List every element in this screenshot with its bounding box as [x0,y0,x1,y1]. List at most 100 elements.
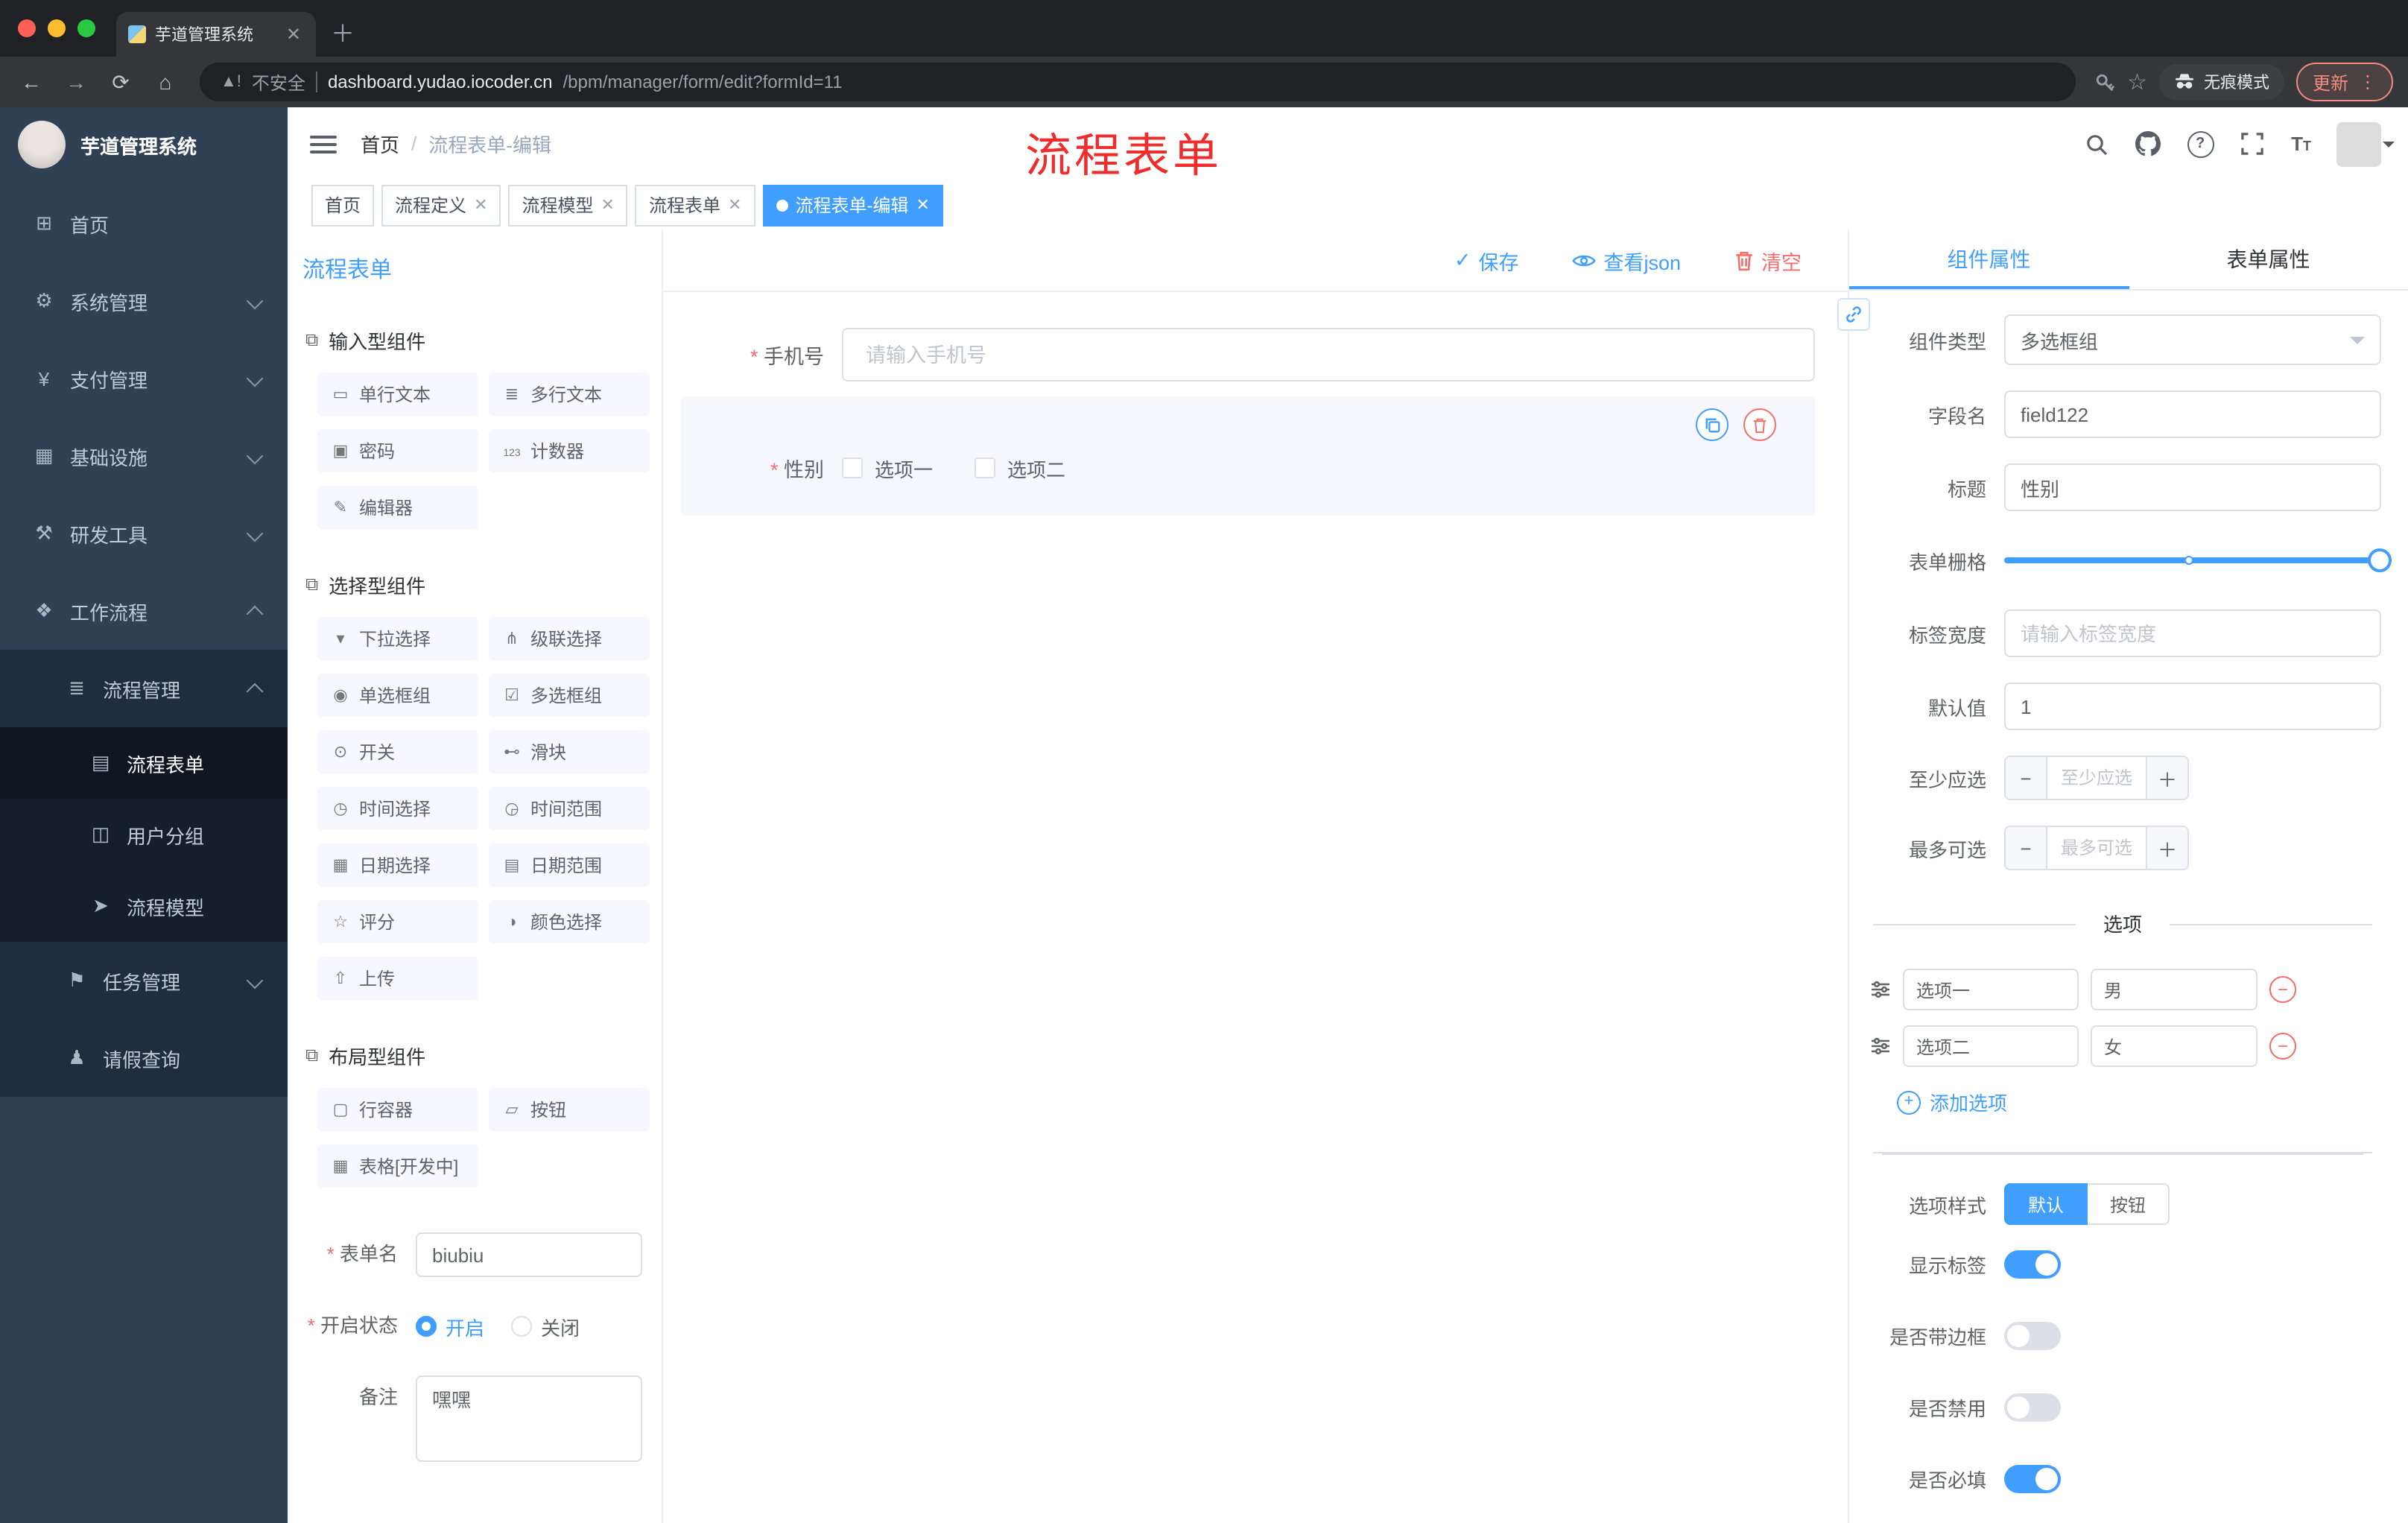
canvas-field-phone[interactable]: 手机号 [681,328,1815,381]
help-icon[interactable]: ? [2187,130,2214,157]
drag-handle-icon[interactable] [1870,981,1891,998]
palette-item-table[interactable]: 表格[开发中] [317,1144,478,1188]
tag-process-model[interactable]: 流程模型 ✕ [508,184,628,226]
tab-form-props[interactable]: 表单属性 [2129,229,2408,289]
password-key-icon[interactable] [2093,71,2115,93]
palette-item-row-container[interactable]: 行容器 [317,1088,478,1131]
sidebar-item-process-management[interactable]: ≣ 流程管理 [0,650,288,727]
user-avatar[interactable] [2336,121,2395,166]
min-select-input[interactable] [2047,757,2146,799]
font-size-icon[interactable]: TT [2291,133,2311,155]
palette-item-time-picker[interactable]: 时间选择 [317,787,478,830]
required-switch[interactable] [2004,1465,2061,1493]
default-value-input[interactable] [2004,683,2381,730]
add-option-button[interactable]: + 添加选项 [1897,1088,2381,1116]
form-remark-textarea[interactable]: 嘿嘿 [416,1375,642,1462]
home-icon[interactable]: ⌂ [149,70,182,94]
palette-item-single-text[interactable]: 单行文本 [317,373,478,416]
palette-item-time-range[interactable]: 时间范围 [489,787,650,830]
palette-item-slider[interactable]: 滑块 [489,730,650,773]
tab-component-props[interactable]: 组件属性 [1849,229,2129,289]
field-name-input[interactable] [2004,390,2381,438]
checkbox-icon[interactable] [842,457,863,478]
border-switch[interactable] [2004,1322,2061,1350]
save-button[interactable]: ✓ 保存 [1445,244,1528,276]
browser-tab[interactable]: 芋道管理系统 ✕ [116,12,316,57]
palette-item-color-picker[interactable]: 颜色选择 [489,900,650,943]
tag-close-icon[interactable]: ✕ [916,195,929,215]
slider-handle[interactable] [2368,548,2392,572]
hamburger-icon[interactable] [310,135,337,153]
palette-item-upload[interactable]: 上传 [317,957,478,1000]
browser-update-button[interactable]: 更新 ⋮ [2295,63,2393,101]
slider-track[interactable] [2004,548,2392,572]
tag-close-icon[interactable]: ✕ [474,195,487,215]
component-type-select[interactable]: 多选框组 [2004,314,2381,365]
sidebar-item-infrastructure[interactable]: ▦ 基础设施 [0,417,288,495]
palette-item-cascader[interactable]: 级联选择 [489,617,650,660]
palette-item-checkbox-group[interactable]: 多选框组 [489,674,650,717]
increase-button[interactable]: ＋ [2146,827,2187,869]
tag-home[interactable]: 首页 [311,184,375,226]
sidebar-item-leave-query[interactable]: ♟ 请假查询 [0,1019,288,1097]
clear-button[interactable]: 清空 [1726,244,1810,276]
phone-input[interactable] [842,328,1815,381]
show-label-switch[interactable] [2004,1250,2061,1279]
palette-item-button[interactable]: 按钮 [489,1088,650,1131]
fullscreen-icon[interactable] [2239,130,2266,157]
back-icon[interactable]: ← [15,70,48,94]
sidebar-item-system[interactable]: ⚙ 系统管理 [0,262,288,340]
palette-item-date-range[interactable]: 日期范围 [489,843,650,887]
form-name-input[interactable] [416,1232,642,1277]
increase-button[interactable]: ＋ [2146,757,2187,799]
breadcrumb-home[interactable]: 首页 [361,130,399,158]
duplicate-field-button[interactable] [1696,408,1729,441]
forward-icon[interactable]: → [60,70,92,94]
maximize-window-button[interactable] [77,19,95,37]
link-icon[interactable] [1837,298,1870,331]
option-label-input[interactable] [1903,1025,2079,1067]
drag-handle-icon[interactable] [1870,1037,1891,1055]
sidebar-item-task-management[interactable]: ⚑ 任务管理 [0,942,288,1019]
tag-close-icon[interactable]: ✕ [728,195,741,215]
view-json-button[interactable]: 查看json [1563,244,1690,276]
sidebar-item-user-group[interactable]: ◫ 用户分组 [0,799,288,870]
palette-item-rate[interactable]: 评分 [317,900,478,943]
gender-option-1[interactable]: 选项一 [842,454,933,482]
option-label-input[interactable] [1903,969,2079,1010]
minimize-window-button[interactable] [48,19,66,37]
style-default-button[interactable]: 默认 [2004,1183,2088,1225]
status-radio-on[interactable]: 开启 [416,1312,484,1340]
sidebar-item-process-model[interactable]: ➤ 流程模型 [0,870,288,942]
gender-option-2[interactable]: 选项二 [975,454,1065,482]
remove-option-icon[interactable]: − [2269,1033,2296,1060]
bookmark-star-icon[interactable]: ☆ [2127,69,2147,95]
url-input[interactable]: ▲! 不安全 dashboard.yudao.iocoder.cn/bpm/ma… [200,63,2076,101]
palette-item-multi-text[interactable]: 多行文本 [489,373,650,416]
browser-menu-icon[interactable]: ⋮ [2359,72,2377,92]
checkbox-icon[interactable] [975,457,996,478]
close-window-button[interactable] [18,19,36,37]
tab-close-icon[interactable]: ✕ [283,24,304,45]
palette-item-date-picker[interactable]: 日期选择 [317,843,478,887]
max-select-input[interactable] [2047,827,2146,869]
palette-item-counter[interactable]: 计数器 [489,429,650,472]
palette-item-editor[interactable]: 编辑器 [317,486,478,529]
sidebar-item-payment[interactable]: ¥ 支付管理 [0,340,288,417]
sidebar-item-home[interactable]: ⊞ 首页 [0,185,288,262]
delete-field-button[interactable] [1743,408,1776,441]
style-button-button[interactable]: 按钮 [2088,1183,2170,1225]
status-radio-off[interactable]: 关闭 [511,1312,580,1340]
palette-item-dropdown[interactable]: 下拉选择 [317,617,478,660]
tag-process-definition[interactable]: 流程定义 ✕ [381,184,501,226]
palette-item-password[interactable]: 密码 [317,429,478,472]
remove-option-icon[interactable]: − [2269,976,2296,1003]
disabled-switch[interactable] [2004,1393,2061,1422]
palette-item-switch[interactable]: 开关 [317,730,478,773]
sidebar-logo[interactable]: 芋道管理系统 [0,107,288,182]
tag-close-icon[interactable]: ✕ [601,195,615,215]
reload-icon[interactable]: ⟳ [104,69,137,95]
label-width-input[interactable] [2004,609,2381,657]
option-value-input[interactable] [2091,969,2258,1010]
sidebar-item-process-form[interactable]: ▤ 流程表单 [0,727,288,799]
